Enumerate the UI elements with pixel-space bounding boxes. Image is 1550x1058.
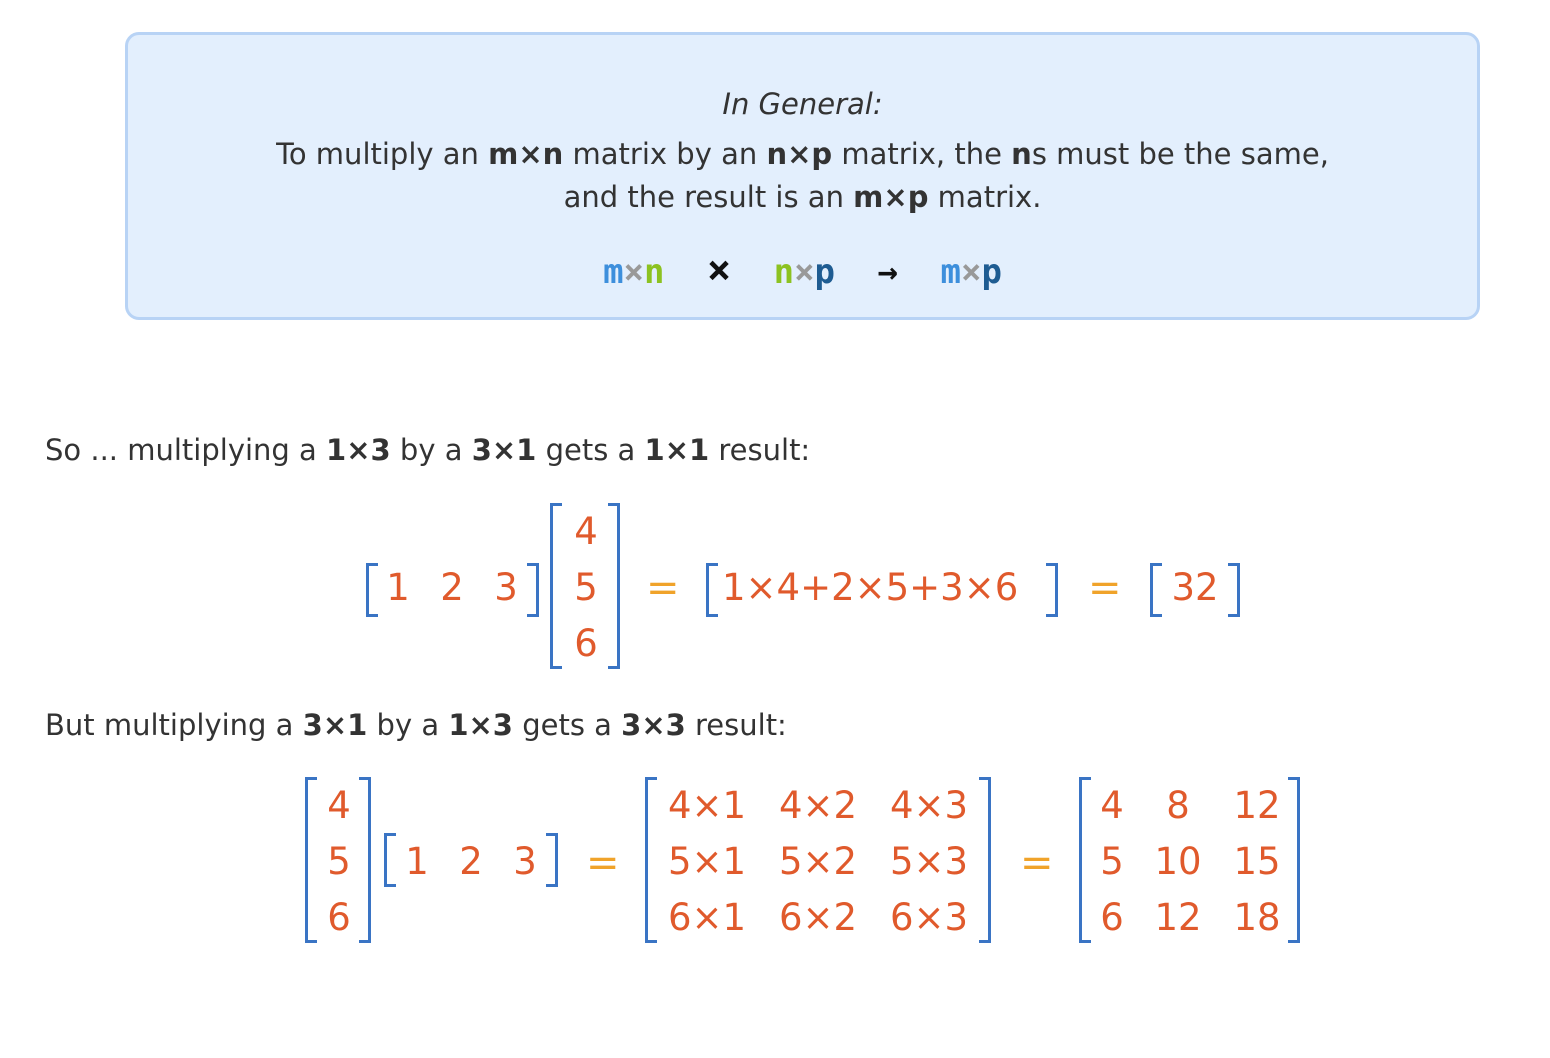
product-cell: 5×3 [889, 840, 969, 883]
left-bracket [366, 563, 378, 617]
example2-sentence: But multiplying a 3×1 by a 1×3 gets a 3×… [45, 708, 787, 742]
product-cell: 5×2 [778, 840, 858, 883]
box-title: In General: [722, 87, 883, 121]
result-cell: 4 [1100, 784, 1124, 827]
bold-text: n [1011, 137, 1032, 171]
expansion-text: 1×4+2×5+3×6 [722, 566, 1019, 609]
matrix-cell: 4 [574, 510, 598, 553]
right-bracket [1288, 777, 1300, 943]
right-bracket [546, 833, 558, 887]
bold-text: m×p [853, 180, 929, 214]
info-box: In General: To multiply an m×n matrix by… [125, 32, 1480, 320]
matrix-cell: 6 [574, 622, 598, 665]
small-times: × [623, 252, 645, 292]
text: gets a [536, 433, 645, 467]
right-bracket [527, 563, 539, 617]
product-cell: 4×3 [889, 784, 969, 827]
product-cell: 4×1 [667, 784, 747, 827]
letter-p: p [981, 252, 1002, 292]
matrix-cell: 4 [327, 784, 351, 827]
dimension-formula: m×n × n×p → m×p [128, 247, 1477, 293]
bold-text: 1×3 [448, 708, 513, 742]
equals-sign: = [646, 565, 680, 611]
matrix-cell: 1 [405, 840, 429, 883]
result-cell: 5 [1100, 840, 1124, 883]
left-bracket [384, 833, 396, 887]
equals-sign: = [586, 840, 620, 886]
right-bracket [979, 777, 991, 943]
letter-m: m [603, 252, 624, 292]
product-cell: 5×1 [667, 840, 747, 883]
left-bracket [1150, 563, 1162, 617]
result-cell: 18 [1233, 896, 1281, 939]
letter-p: p [814, 252, 836, 292]
right-bracket [608, 503, 620, 669]
letter-m: m [940, 252, 961, 292]
text: and the result is an [563, 180, 854, 214]
text: So ... multiplying a [45, 433, 327, 467]
text: by a [367, 708, 449, 742]
matrix-cell: 2 [459, 840, 483, 883]
bold-text: 3×1 [471, 433, 537, 467]
result-cell: 12 [1233, 784, 1281, 827]
equals-sign: = [1088, 565, 1122, 611]
letter-n: n [644, 252, 665, 292]
text: by a [390, 433, 472, 467]
text: result: [685, 708, 787, 742]
right-bracket [359, 777, 371, 943]
matrix-cell: 5 [574, 566, 598, 609]
product-cell: 4×2 [778, 784, 858, 827]
box-line-1: To multiply an m×n matrix by an n×p matr… [128, 137, 1477, 171]
bold-text: 1×3 [326, 433, 391, 467]
product-cell: 6×2 [778, 896, 858, 939]
matrix-cell: 5 [327, 840, 351, 883]
equals-sign: = [1020, 840, 1054, 886]
example1-sentence: So ... multiplying a 1×3 by a 3×1 gets a… [45, 433, 810, 467]
result-cell: 6 [1100, 896, 1124, 939]
bold-text: n×p [766, 137, 833, 171]
text: But multiplying a [45, 708, 303, 742]
result-cell: 12 [1154, 896, 1202, 939]
result-cell: 10 [1154, 840, 1202, 883]
box-line-2: and the result is an m×p matrix. [128, 180, 1477, 214]
text: gets a [512, 708, 622, 742]
matrix-cell: 6 [327, 896, 351, 939]
text: matrix. [928, 180, 1042, 214]
text: result: [709, 433, 811, 467]
matrix-cell: 3 [513, 840, 537, 883]
result-cell: 8 [1166, 784, 1190, 827]
matrix-cell: 2 [440, 566, 464, 609]
letter-n: n [773, 252, 795, 292]
result-cell: 32 [1171, 566, 1219, 609]
small-times: × [960, 252, 982, 292]
text: matrix, the [832, 137, 1012, 171]
right-bracket [1228, 563, 1240, 617]
arrow-icon: → [877, 252, 898, 292]
result-cell: 15 [1233, 840, 1281, 883]
bold-text: 1×1 [644, 433, 710, 467]
matrix-cell: 3 [494, 566, 518, 609]
left-bracket [1079, 777, 1091, 943]
right-bracket [1046, 563, 1058, 617]
matrix-cell: 1 [386, 566, 410, 609]
times-icon: × [707, 247, 732, 293]
bold-text: 3×1 [302, 708, 368, 742]
bold-text: m×n [488, 137, 564, 171]
left-bracket [305, 777, 317, 943]
left-bracket [550, 503, 562, 669]
left-bracket [706, 563, 718, 617]
small-times: × [794, 252, 815, 292]
bold-text: 3×3 [621, 708, 686, 742]
product-cell: 6×1 [667, 896, 747, 939]
text: To multiply an [276, 137, 489, 171]
left-bracket [645, 777, 657, 943]
text: s must be the same, [1031, 137, 1329, 171]
product-cell: 6×3 [889, 896, 969, 939]
text: matrix by an [563, 137, 767, 171]
